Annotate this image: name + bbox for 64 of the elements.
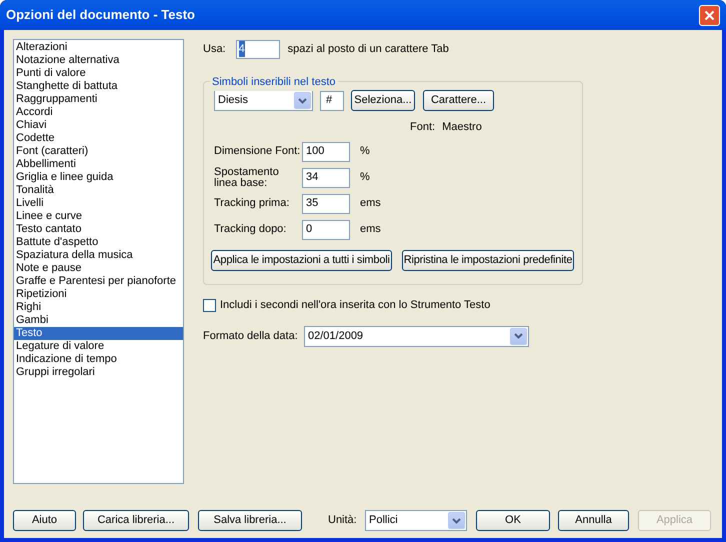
category-item[interactable]: Stanghette di battuta bbox=[14, 80, 183, 93]
field-label: Tracking dopo: bbox=[214, 224, 288, 235]
character-button[interactable]: Carattere... bbox=[423, 90, 494, 111]
usa-label: Usa: bbox=[203, 42, 226, 57]
field-label: Tracking prima: bbox=[214, 198, 290, 209]
date-format-label: Formato della data: bbox=[203, 328, 299, 344]
category-item[interactable]: Alterazioni bbox=[14, 41, 183, 54]
category-item[interactable]: Notazione alternativa bbox=[14, 54, 183, 67]
category-item[interactable]: Ripetizioni bbox=[14, 288, 183, 301]
field-label: Dimensione Font: bbox=[214, 146, 302, 157]
category-item[interactable]: Righi bbox=[14, 301, 183, 314]
category-item[interactable]: Gruppi irregolari bbox=[14, 366, 183, 379]
category-item[interactable]: Testo cantato bbox=[14, 223, 183, 236]
symbol-select[interactable]: Diesis bbox=[214, 90, 313, 111]
help-button[interactable]: Aiuto bbox=[13, 510, 76, 531]
category-item[interactable]: Accordi bbox=[14, 106, 183, 119]
select-button[interactable]: Seleziona... bbox=[351, 90, 415, 111]
category-item[interactable]: Indicazione di tempo bbox=[14, 353, 183, 366]
field-label: Spostamento linea base: bbox=[214, 166, 280, 188]
unit-label: % bbox=[360, 170, 370, 186]
window-title: Opzioni del documento - Testo bbox=[6, 6, 195, 24]
value-field[interactable]: 35 bbox=[302, 194, 350, 214]
category-item[interactable]: Linee e curve bbox=[14, 210, 183, 223]
cancel-button[interactable]: Annulla bbox=[558, 510, 629, 531]
category-item[interactable]: Livelli bbox=[14, 197, 183, 210]
category-item[interactable]: Codette bbox=[14, 132, 183, 145]
category-item[interactable]: Font (caratteri) bbox=[14, 145, 183, 158]
close-icon bbox=[704, 10, 715, 20]
category-item[interactable]: Griglia e linee guida bbox=[14, 171, 183, 184]
character-field[interactable]: # bbox=[320, 90, 344, 110]
tab-spaces-field[interactable]: 4 bbox=[236, 40, 280, 58]
unit-label: % bbox=[360, 144, 370, 160]
category-item[interactable]: Raggruppamenti bbox=[14, 93, 183, 106]
apply-all-button[interactable]: Applica le impostazioni a tutti i simboli bbox=[211, 250, 392, 270]
category-item[interactable]: Note e pause bbox=[14, 262, 183, 275]
group-title: Simboli inseribili nel testo bbox=[210, 74, 338, 90]
close-button[interactable] bbox=[699, 4, 720, 26]
category-item[interactable]: Tonalità bbox=[14, 184, 183, 197]
value-field[interactable]: 34 bbox=[302, 168, 350, 188]
ok-button[interactable]: OK bbox=[476, 510, 550, 531]
value-field[interactable]: 0 bbox=[302, 220, 350, 240]
category-item[interactable]: Punti di valore bbox=[14, 67, 183, 80]
category-item[interactable]: Spaziatura della musica bbox=[14, 249, 183, 262]
restore-defaults-button[interactable]: Ripristina le impostazioni predefinite bbox=[402, 250, 574, 270]
units-select[interactable]: Pollici bbox=[365, 510, 467, 531]
category-item[interactable]: Gambi bbox=[14, 314, 183, 327]
unit-label: ems bbox=[360, 222, 381, 238]
load-library-button[interactable]: Carica libreria... bbox=[83, 510, 189, 531]
tab-spaces-text: spazi al posto di un carattere Tab bbox=[288, 42, 449, 57]
save-library-button[interactable]: Salva libreria... bbox=[198, 510, 302, 531]
category-item[interactable]: Testo bbox=[14, 327, 183, 340]
units-label: Unità: bbox=[328, 513, 358, 528]
category-item[interactable]: Abbellimenti bbox=[14, 158, 183, 171]
font-value: Maestro bbox=[442, 120, 482, 135]
value-field[interactable]: 100 bbox=[302, 142, 350, 162]
category-item[interactable]: Chiavi bbox=[14, 119, 183, 132]
category-item[interactable]: Legature di valore bbox=[14, 340, 183, 353]
checkbox-label: Includi i secondi nell'ora inserita con lo Strumento Testo bbox=[220, 298, 490, 313]
unit-label: ems bbox=[360, 196, 381, 212]
category-item[interactable]: Battute d'aspetto bbox=[14, 236, 183, 249]
category-item[interactable]: Graffe e Parentesi per pianoforte bbox=[14, 275, 183, 288]
date-format-select[interactable]: 02/01/2009 bbox=[304, 326, 529, 346]
checkbox[interactable] bbox=[203, 298, 216, 312]
font-label: Font: bbox=[410, 120, 436, 135]
